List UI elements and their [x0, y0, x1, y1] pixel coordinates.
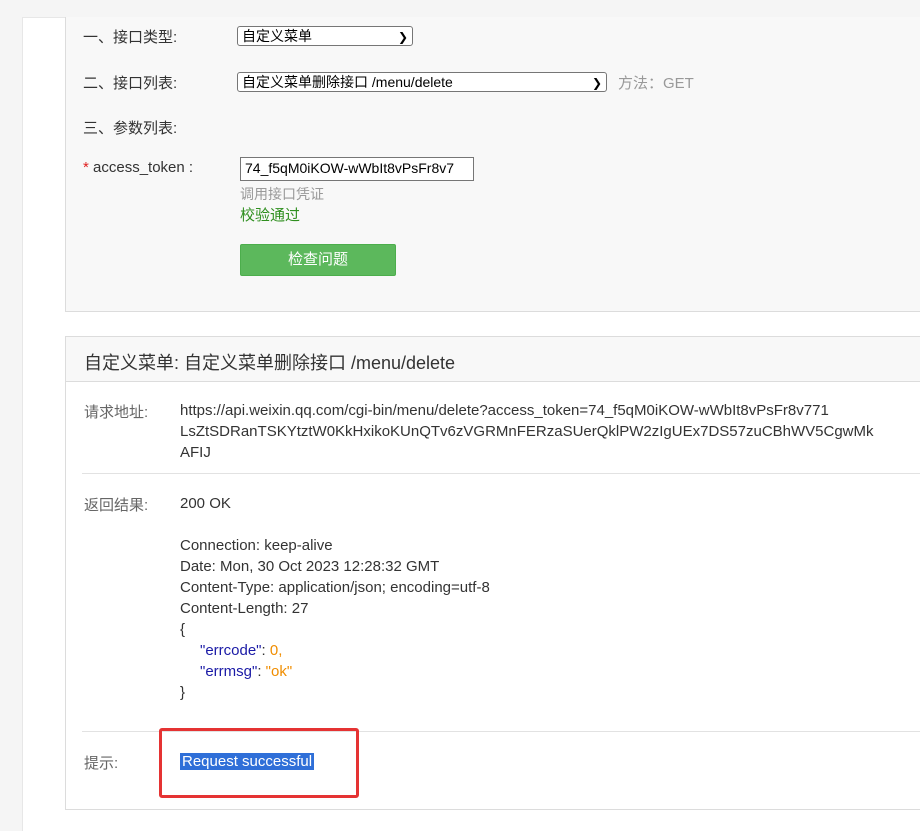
request-url-line: LsZtSDRanTSKYtztW0KkHxikoKUnQTv6zVGRMnFE… — [180, 423, 874, 440]
json-errcode-line: "errcode": 0, — [180, 640, 920, 661]
json-key: "errmsg" — [200, 663, 258, 680]
json-close-brace: } — [180, 684, 186, 701]
json-colon: : — [257, 663, 266, 680]
response-header: Connection: keep-alive — [180, 537, 333, 554]
chevron-down-icon: ❯ — [591, 76, 602, 90]
json-value: 0, — [269, 642, 283, 659]
response-body: 200 OK Connection: keep-alive Date: Mon,… — [180, 493, 920, 703]
access-token-label-text: access_token : — [93, 159, 194, 176]
interface-type-select[interactable]: 自定义菜单 ❯ — [237, 26, 413, 46]
json-value: "ok" — [265, 663, 293, 680]
divider — [82, 473, 920, 474]
highlight-annotation-box — [159, 728, 359, 798]
chevron-down-icon: ❯ — [397, 30, 408, 44]
method-indicator: 方法：GET — [618, 75, 694, 92]
response-header: Date: Mon, 30 Oct 2023 12:28:32 GMT — [180, 558, 440, 575]
response-header: Content-Length: 27 — [180, 600, 309, 617]
interface-type-label: 一、接口类型: — [83, 29, 178, 46]
interface-list-value: 自定义菜单删除接口 /menu/delete — [242, 74, 453, 90]
validation-status: 校验通过 — [240, 207, 301, 224]
response-header: Content-Type: application/json; encoding… — [180, 579, 490, 596]
response-label: 返回结果: — [84, 497, 149, 514]
response-status: 200 OK — [180, 495, 231, 512]
api-debug-page: 一、接口类型: 自定义菜单 ❯ 二、接口列表: 自定义菜单删除接口 /menu/… — [22, 17, 920, 831]
interface-list-label: 二、接口列表: — [83, 75, 178, 92]
request-form-panel: 一、接口类型: 自定义菜单 ❯ 二、接口列表: 自定义菜单删除接口 /menu/… — [65, 17, 920, 312]
access-token-input[interactable]: 74_f5qM0iKOW-wWbIt8vPsFr8v7 — [240, 157, 474, 181]
request-url-line: AFIJ — [180, 444, 211, 461]
result-title: 自定义菜单: 自定义菜单删除接口 /menu/delete — [84, 353, 456, 373]
check-problem-button[interactable]: 检查问题 — [240, 244, 396, 276]
tip-label: 提示: — [84, 755, 119, 772]
request-url-label: 请求地址: — [84, 404, 149, 421]
result-header: 自定义菜单: 自定义菜单删除接口 /menu/delete — [66, 337, 920, 382]
required-mark: * — [83, 159, 89, 176]
access-token-label: * access_token : — [83, 159, 193, 176]
json-open-brace: { — [180, 621, 186, 638]
param-list-label: 三、参数列表: — [83, 120, 178, 137]
interface-list-select[interactable]: 自定义菜单删除接口 /menu/delete ❯ — [237, 72, 607, 92]
json-colon: : — [261, 642, 270, 659]
request-url: https://api.weixin.qq.com/cgi-bin/menu/d… — [180, 400, 920, 463]
access-token-hint: 调用接口凭证 — [240, 186, 324, 202]
json-key: "errcode" — [200, 642, 262, 659]
json-errmsg-line: "errmsg": "ok" — [180, 661, 920, 682]
request-url-line: https://api.weixin.qq.com/cgi-bin/menu/d… — [180, 402, 829, 419]
interface-type-value: 自定义菜单 — [242, 28, 312, 44]
